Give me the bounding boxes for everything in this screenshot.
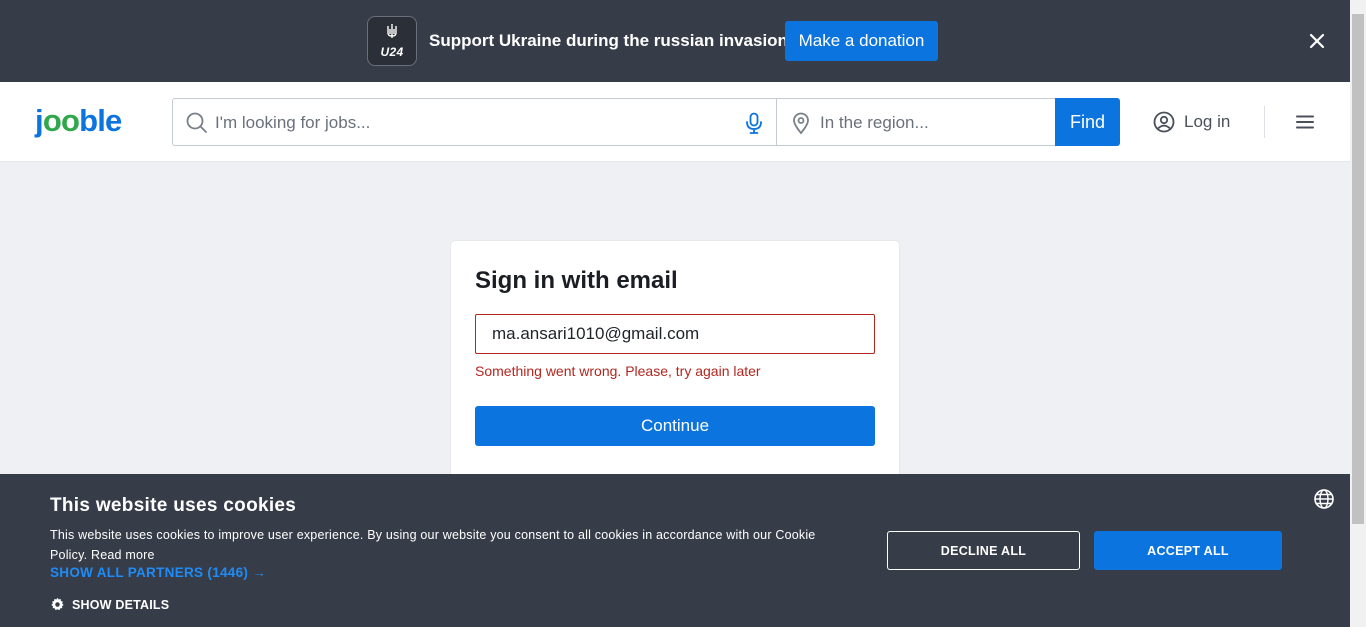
ukraine-support-message: Support Ukraine during the russian invas… xyxy=(429,31,788,50)
find-button[interactable]: Find xyxy=(1055,98,1120,146)
cookie-title: This website uses cookies xyxy=(50,495,297,516)
header-divider xyxy=(1264,106,1265,138)
signin-title: Sign in with email xyxy=(475,267,678,294)
ukraine-trident-icon xyxy=(386,23,398,43)
login-link[interactable]: Log in xyxy=(1152,110,1230,134)
email-field[interactable] xyxy=(475,314,875,354)
u24-logo-text: U24 xyxy=(380,45,404,59)
logo-part-j: j xyxy=(35,103,44,138)
accept-all-button[interactable]: ACCEPT ALL xyxy=(1094,531,1282,570)
job-search-input[interactable] xyxy=(215,110,725,136)
read-more-link[interactable]: Read more xyxy=(91,548,155,562)
user-circle-icon xyxy=(1152,110,1176,134)
site-header: jooble Find Log in xyxy=(0,82,1350,162)
logo-part-oo: oo xyxy=(42,103,80,138)
search-icon xyxy=(185,111,209,135)
region-input[interactable] xyxy=(820,110,1040,136)
make-donation-button[interactable]: Make a donation xyxy=(785,21,938,61)
logo-part-ble: ble xyxy=(79,103,122,138)
jooble-logo[interactable]: jooble xyxy=(35,104,122,138)
signin-card: Sign in with email Something went wrong.… xyxy=(451,241,899,481)
error-message: Something went wrong. Please, try again … xyxy=(475,363,761,379)
close-icon[interactable] xyxy=(1306,30,1328,52)
page-scrollbar[interactable] xyxy=(1350,0,1366,627)
ukraine-support-banner: U24 Support Ukraine during the russian i… xyxy=(0,0,1350,82)
continue-button[interactable]: Continue xyxy=(475,406,875,446)
job-search-box xyxy=(172,98,777,146)
hamburger-menu-icon[interactable] xyxy=(1293,110,1317,134)
scrollbar-thumb[interactable] xyxy=(1352,14,1364,524)
login-label: Log in xyxy=(1184,112,1231,131)
microphone-icon[interactable] xyxy=(742,111,766,135)
show-all-partners-link[interactable]: SHOW ALL PARTNERS (1446) → xyxy=(50,565,266,580)
cookie-description: This website uses cookies to improve use… xyxy=(50,528,816,562)
location-pin-icon xyxy=(789,111,813,135)
globe-icon[interactable] xyxy=(1313,488,1335,510)
cookie-text: This website uses cookies to improve use… xyxy=(50,525,840,565)
gear-icon xyxy=(50,597,65,612)
show-details-toggle[interactable]: SHOW DETAILS xyxy=(50,597,169,612)
u24-logo[interactable]: U24 xyxy=(367,16,417,66)
show-details-label: SHOW DETAILS xyxy=(72,597,170,612)
decline-all-button[interactable]: DECLINE ALL xyxy=(887,531,1080,570)
cookie-consent-banner: This website uses cookies This website u… xyxy=(0,474,1350,627)
region-search-box xyxy=(776,98,1056,146)
